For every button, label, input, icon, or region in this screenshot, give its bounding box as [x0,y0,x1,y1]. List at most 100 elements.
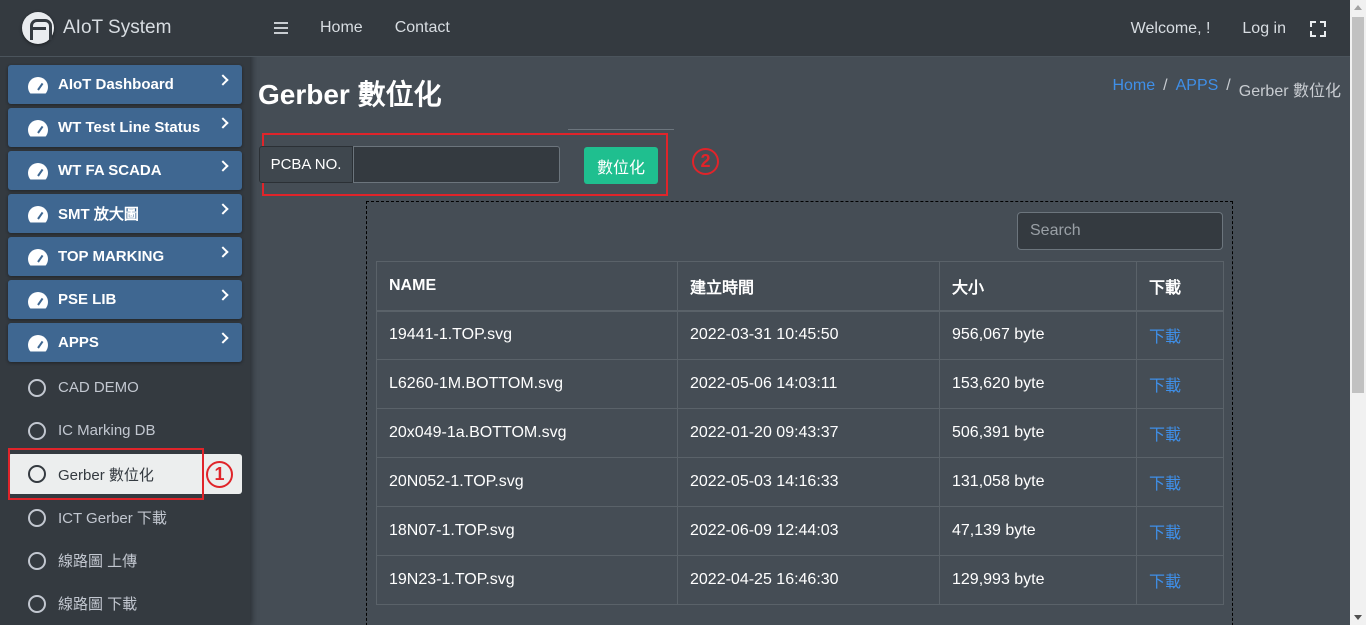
sidebar-item-label: WT FA SCADA [58,162,162,179]
login-link[interactable]: Log in [1242,20,1286,38]
divider [568,129,674,130]
cell-name: L6260-1M.BOTTOM.svg [376,359,678,409]
table-header-row: NAME 建立時間 大小 下載 [376,261,1224,312]
tachometer-icon [28,249,48,265]
brand-name: AIoT System [63,17,172,38]
breadcrumb-apps-link[interactable]: APPS [1176,77,1219,101]
page-title: Gerber 數位化 [258,79,442,110]
scroll-down-arrow-icon[interactable] [1354,615,1362,620]
table-row: L6260-1M.BOTTOM.svg 2022-05-06 14:03:11 … [376,359,1224,409]
chevron-right-icon [217,160,229,172]
digitize-button[interactable]: 數位化 [584,147,658,184]
download-link[interactable]: 下載 [1136,408,1224,458]
table-row: 20x049-1a.BOTTOM.svg 2022-01-20 09:43:37… [376,408,1224,458]
sidebar-menu: AIoT Dashboard WT Test Line Status WT FA… [8,65,242,625]
table-row: 19441-1.TOP.svg 2022-03-31 10:45:50 956,… [376,310,1224,360]
download-link[interactable]: 下載 [1136,506,1224,556]
table-row: 19N23-1.TOP.svg 2022-04-25 16:46:30 129,… [376,555,1224,605]
tachometer-icon [28,120,48,136]
sidebar-subitem-circuit-download[interactable]: 線路圖 下載 [8,582,242,625]
annotation-number-2: 2 [692,148,719,175]
sidebar-item-label: SMT 放大圖 [58,206,139,223]
pcba-label: PCBA NO. [259,146,353,183]
sidebar-item-aiot-dashboard[interactable]: AIoT Dashboard [8,65,242,104]
table-row: 18N07-1.TOP.svg 2022-06-09 12:44:03 47,1… [376,506,1224,556]
tachometer-icon [28,292,48,308]
sidebar-subitem-label: IC Marking DB [58,422,156,439]
brand[interactable]: AIoT System [0,0,250,57]
chevron-right-icon [217,203,229,215]
cell-size: 129,993 byte [939,555,1137,605]
navbar-right: Welcome, ! Log in [1131,0,1350,57]
sidebar-subitem-circuit-upload[interactable]: 線路圖 上傳 [8,539,242,582]
breadcrumb: Home / APPS / Gerber 數位化 [1112,77,1341,101]
tachometer-icon [28,335,48,351]
pcba-input[interactable] [353,146,560,183]
hamburger-menu-icon[interactable] [274,22,288,34]
cell-name: 20N052-1.TOP.svg [376,457,678,507]
col-header-name[interactable]: NAME [376,261,678,312]
cell-created: 2022-05-03 14:16:33 [677,457,940,507]
sidebar-item-label: AIoT Dashboard [58,76,174,93]
cell-created: 2022-01-20 09:43:37 [677,408,940,458]
sidebar-item-label: PSE LIB [58,291,117,308]
col-header-created[interactable]: 建立時間 [677,261,940,312]
tachometer-icon [28,77,48,93]
sidebar-subitem-cad-demo[interactable]: CAD DEMO [8,366,242,409]
breadcrumb-current: Gerber 數位化 [1238,83,1341,100]
col-header-size[interactable]: 大小 [939,261,1137,312]
breadcrumb-home-link[interactable]: Home [1112,77,1155,101]
top-navbar: Home Contact Welcome, ! Log in [250,0,1350,57]
cell-name: 20x049-1a.BOTTOM.svg [376,408,678,458]
cell-name: 19441-1.TOP.svg [376,310,678,360]
chevron-right-icon [217,332,229,344]
scroll-up-arrow-icon[interactable] [1354,5,1362,10]
annotation-number-2-text: 2 [700,151,711,171]
chevron-right-icon [217,246,229,258]
tachometer-icon [28,206,48,222]
col-header-download[interactable]: 下載 [1136,261,1224,312]
nav-home-link[interactable]: Home [320,19,363,37]
sidebar: AIoT System AIoT Dashboard WT Test Line … [0,0,250,625]
sidebar-subitem-label: ICT Gerber 下載 [58,510,167,527]
breadcrumb-separator: / [1163,77,1168,94]
sidebar-subitem-ic-marking-db[interactable]: IC Marking DB [8,409,242,452]
sidebar-item-smt[interactable]: SMT 放大圖 [8,194,242,233]
annotation-box-1 [8,448,204,500]
cell-created: 2022-05-06 14:03:11 [677,359,940,409]
file-table: NAME 建立時間 大小 下載 19441-1.TOP.svg 2022-03-… [376,261,1224,605]
annotation-number-1-text: 1 [214,464,225,484]
cell-created: 2022-03-31 10:45:50 [677,310,940,360]
file-table-container: NAME 建立時間 大小 下載 19441-1.TOP.svg 2022-03-… [366,201,1233,625]
sidebar-item-label: APPS [58,334,99,351]
circle-icon [28,551,46,570]
sidebar-item-wt-test-line-status[interactable]: WT Test Line Status [8,108,242,147]
sidebar-item-top-marking[interactable]: TOP MARKING [8,237,242,276]
page-scrollbar[interactable] [1350,0,1366,625]
sidebar-subitem-label: CAD DEMO [58,379,139,396]
sidebar-item-apps[interactable]: APPS [8,323,242,362]
sidebar-item-pse-lib[interactable]: PSE LIB [8,280,242,319]
sidebar-item-wt-fa-scada[interactable]: WT FA SCADA [8,151,242,190]
cell-size: 131,058 byte [939,457,1137,507]
download-link[interactable]: 下載 [1136,555,1224,605]
sidebar-subitem-ict-gerber[interactable]: ICT Gerber 下載 [8,496,242,539]
cell-name: 19N23-1.TOP.svg [376,555,678,605]
breadcrumb-separator: / [1226,77,1231,94]
download-link[interactable]: 下載 [1136,359,1224,409]
sidebar-item-label: TOP MARKING [58,248,165,265]
fullscreen-expand-icon[interactable] [1310,20,1326,37]
nav-contact-link[interactable]: Contact [395,19,450,37]
circle-icon [28,378,46,397]
cell-size: 956,067 byte [939,310,1137,360]
cell-name: 18N07-1.TOP.svg [376,506,678,556]
download-link[interactable]: 下載 [1136,457,1224,507]
cell-size: 47,139 byte [939,506,1137,556]
download-link[interactable]: 下載 [1136,310,1224,360]
search-input[interactable] [1017,212,1223,250]
chevron-right-icon [217,117,229,129]
scroll-thumb[interactable] [1352,17,1364,393]
annotation-number-1: 1 [206,461,233,488]
circle-icon [28,508,46,527]
cell-created: 2022-06-09 12:44:03 [677,506,940,556]
